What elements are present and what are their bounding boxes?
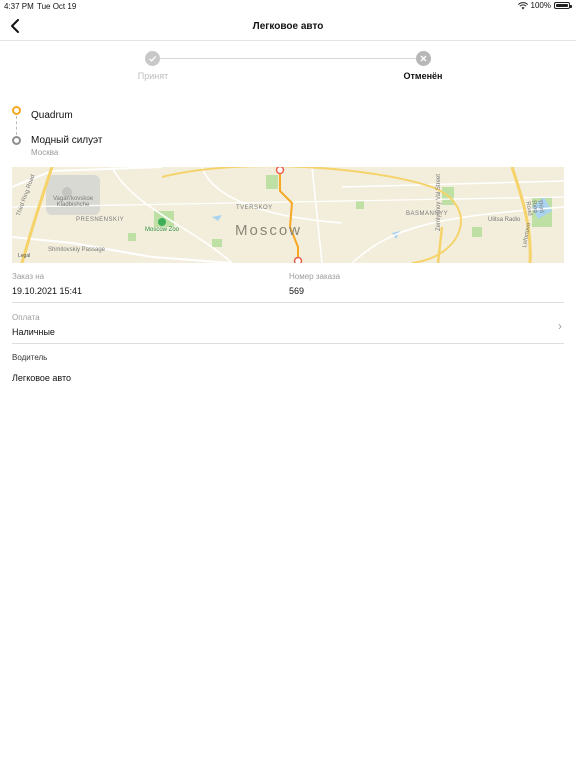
payment-value: Наличные xyxy=(12,327,55,337)
payment-label: Оплата xyxy=(12,313,40,322)
driver-label: Водитель xyxy=(12,353,48,362)
driver-field: Водитель Легковое авто xyxy=(12,353,71,383)
step-label-accepted: Принят xyxy=(137,71,169,81)
order-status-stepper: Принят Отменён xyxy=(0,50,576,90)
order-number-label: Номер заказа xyxy=(289,272,341,281)
pickup-point-icon xyxy=(12,106,21,115)
step-label-cancelled: Отменён xyxy=(403,71,443,81)
step-accepted-check-icon xyxy=(145,51,160,66)
route-section: Quadrum Модный силуэт Москва xyxy=(12,104,552,158)
payment-row[interactable]: Оплата Наличные › xyxy=(12,313,564,341)
order-date-value: 19.10.2021 15:41 xyxy=(12,286,83,296)
map-label-zemlyanoy-val: Zemlyanoy Val Street xyxy=(436,174,442,231)
destination-address: Модный силуэт xyxy=(31,135,103,146)
order-date-label: Заказ на xyxy=(12,272,45,281)
order-number-value: 569 xyxy=(289,286,305,296)
navigation-bar: Легковое авто xyxy=(0,12,576,41)
map-legal-link[interactable]: Legal xyxy=(18,253,30,259)
map-label-ulitsa-radio: Ulitsa Radio xyxy=(488,217,521,223)
map-label-third-ring-right: Third Ring Road xyxy=(524,199,545,217)
map-city-label: Moscow xyxy=(235,222,303,239)
map-label-tverskoy: TVERSKOY xyxy=(236,205,273,211)
wifi-icon xyxy=(517,1,528,9)
divider xyxy=(12,343,564,344)
map-label-passage: Shmitovskiy Passage xyxy=(48,247,106,253)
divider xyxy=(12,302,564,303)
stepper-line xyxy=(160,58,424,59)
route-map[interactable]: Vagan'kovskoe Kladbishche PRESNENSKIY Mo… xyxy=(12,167,564,263)
driver-value: Легковое авто xyxy=(12,373,72,383)
map-label-cemetery: Vagan'kovskoe Kladbishche xyxy=(52,196,94,208)
battery-percent: 100% xyxy=(530,1,551,10)
map-label-district: PRESNENSKIY xyxy=(76,217,125,223)
destination-point-icon xyxy=(12,136,21,145)
destination-city: Москва xyxy=(31,148,59,157)
order-date-field: Заказ на 19.10.2021 15:41 xyxy=(12,272,82,296)
pickup-address: Quadrum xyxy=(31,110,73,121)
step-cancelled-close-icon xyxy=(416,51,431,66)
status-right: 100% xyxy=(517,1,572,10)
chevron-right-icon: › xyxy=(558,319,562,333)
status-time: 4:37 PM xyxy=(4,2,34,11)
battery-icon xyxy=(554,2,572,9)
page-title: Легковое авто xyxy=(252,21,324,32)
order-number-field: Номер заказа 569 xyxy=(289,272,340,296)
map-label-zoo: Moscow Zoo xyxy=(145,227,180,233)
status-bar: 4:37 PM Tue Oct 19 100% xyxy=(0,0,576,12)
route-connector xyxy=(16,116,17,135)
status-date: Tue Oct 19 xyxy=(37,2,77,11)
